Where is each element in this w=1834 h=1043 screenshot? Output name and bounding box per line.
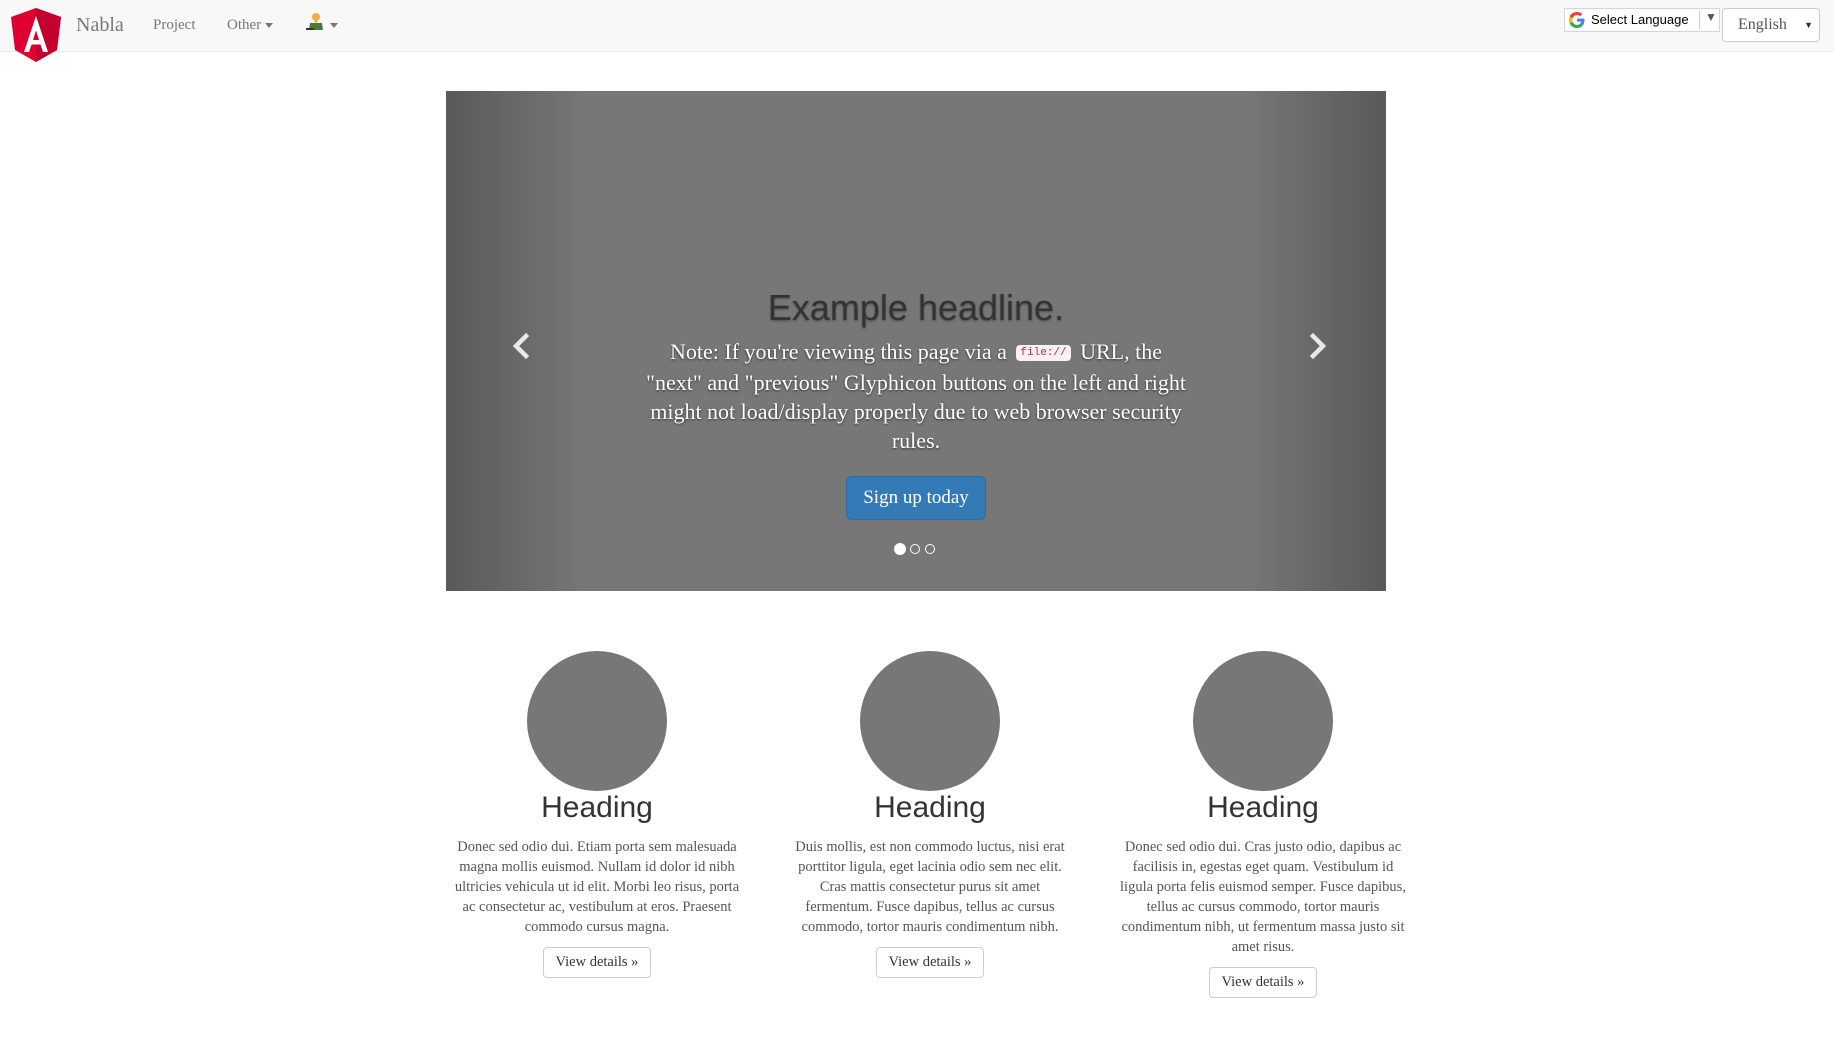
angular-logo-icon[interactable] bbox=[11, 8, 61, 62]
carousel-note-code: file:// bbox=[1016, 345, 1071, 362]
marketing-column-1: Heading Donec sed odio dui. Etiam porta … bbox=[452, 651, 742, 978]
marketing-column-3: Heading Donec sed odio dui. Cras justo o… bbox=[1118, 651, 1408, 998]
placeholder-image bbox=[860, 651, 1000, 791]
carousel-note: Note: If you're viewing this page via a … bbox=[646, 337, 1186, 455]
column-heading: Heading bbox=[541, 791, 653, 824]
view-details-button[interactable]: View details » bbox=[875, 947, 985, 978]
nav-other-label: Other bbox=[227, 17, 262, 33]
column-text: Donec sed odio dui. Cras justo odio, dap… bbox=[1120, 839, 1406, 955]
carousel-headline: Example headline. bbox=[767, 287, 1065, 328]
nav-other-dropdown[interactable]: Other bbox=[227, 17, 274, 34]
divider bbox=[1699, 11, 1700, 29]
column-heading: Heading bbox=[874, 791, 986, 824]
placeholder-image bbox=[527, 651, 667, 791]
caret-down-icon bbox=[330, 22, 338, 28]
caret-down-icon bbox=[265, 23, 274, 29]
carousel-indicators bbox=[894, 543, 954, 558]
user-menu-dropdown[interactable] bbox=[306, 12, 338, 34]
placeholder-image bbox=[1193, 651, 1333, 791]
select-language-label: Select Language bbox=[1591, 12, 1689, 27]
sign-up-button[interactable]: Sign up today bbox=[846, 476, 986, 521]
google-translate-widget[interactable]: Select Language ▼ bbox=[1564, 8, 1720, 32]
marketing-column-2: Heading Duis mollis, est non commodo luc… bbox=[785, 651, 1075, 978]
navbar: Nabla Project Other Select Language ▼ En… bbox=[0, 0, 1834, 62]
carousel-note-before: Note: If you're viewing this page via a bbox=[669, 339, 1007, 364]
carousel-caption: Example headline. Note: If you're viewin… bbox=[646, 287, 1186, 521]
carousel-indicator-2[interactable] bbox=[910, 544, 920, 554]
language-select[interactable]: English ▼ bbox=[1722, 8, 1820, 42]
user-icon bbox=[306, 13, 323, 30]
view-details-button[interactable]: View details » bbox=[542, 947, 652, 978]
view-details-button[interactable]: View details » bbox=[1208, 967, 1318, 998]
chevron-left-icon[interactable] bbox=[507, 331, 537, 361]
chevron-right-icon[interactable] bbox=[1302, 331, 1332, 361]
carousel-indicator-1[interactable] bbox=[894, 543, 906, 555]
nav-project-link[interactable]: Project bbox=[153, 17, 196, 34]
dropdown-arrow-icon: ▼ bbox=[1705, 10, 1717, 24]
column-text: Duis mollis, est non commodo luctus, nis… bbox=[795, 839, 1065, 935]
column-text: Donec sed odio dui. Etiam porta sem male… bbox=[454, 839, 740, 935]
column-heading: Heading bbox=[1207, 791, 1319, 824]
google-g-icon bbox=[1569, 12, 1585, 28]
brand-link[interactable]: Nabla bbox=[76, 14, 124, 37]
dropdown-arrow-icon: ▼ bbox=[1804, 20, 1813, 30]
language-select-value: English bbox=[1738, 16, 1787, 33]
carousel: Example headline. Note: If you're viewin… bbox=[446, 91, 1386, 591]
carousel-indicator-3[interactable] bbox=[925, 544, 935, 554]
